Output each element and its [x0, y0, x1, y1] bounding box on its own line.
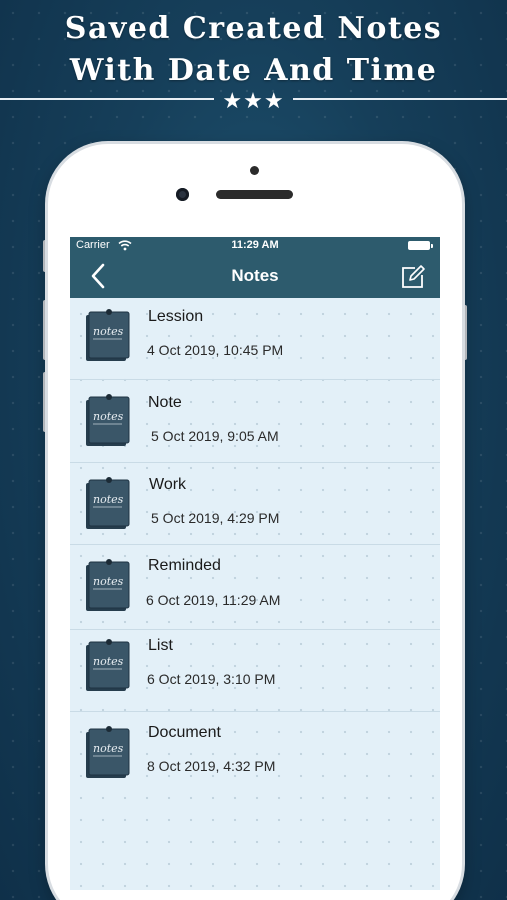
svg-text:notes: notes — [93, 575, 124, 588]
compose-button[interactable] — [400, 264, 426, 290]
notes-pad-icon: notes — [86, 559, 130, 611]
app-screen: Carrier 11:29 AM Notes notes Lession 4 O… — [70, 237, 440, 890]
note-date: 8 Oct 2019, 4:32 PM — [147, 758, 276, 774]
phone-camera — [176, 188, 189, 201]
notes-pad-icon: notes — [86, 726, 130, 778]
svg-text:notes: notes — [93, 493, 124, 506]
stars-decoration: ★★★ — [222, 89, 285, 114]
status-bar: Carrier 11:29 AM — [70, 237, 440, 254]
list-item[interactable]: notes Reminded 6 Oct 2019, 11:29 AM — [70, 545, 440, 630]
note-title: List — [148, 637, 173, 654]
note-date: 5 Oct 2019, 9:05 AM — [151, 428, 279, 444]
notes-pad-icon: notes — [86, 639, 130, 691]
notes-list: notes Lession 4 Oct 2019, 10:45 PM notes… — [70, 298, 440, 794]
note-date: 5 Oct 2019, 4:29 PM — [151, 510, 280, 526]
list-item[interactable]: notes List 6 Oct 2019, 3:10 PM — [70, 630, 440, 712]
phone-power-button — [462, 305, 467, 360]
nav-title: Notes — [231, 266, 279, 285]
battery-icon — [408, 241, 433, 250]
divider-left — [0, 98, 214, 100]
status-time: 11:29 AM — [231, 239, 279, 251]
note-title: Note — [148, 394, 182, 411]
promo-line-2: With Date And Time — [69, 53, 438, 88]
list-item[interactable]: notes Document 8 Oct 2019, 4:32 PM — [70, 712, 440, 794]
promo-line-1: Saved Created Notes — [64, 11, 443, 46]
navigation-bar: Notes — [70, 254, 440, 298]
note-date: 6 Oct 2019, 11:29 AM — [146, 592, 281, 608]
notes-pad-icon: notes — [86, 394, 130, 446]
list-item[interactable]: notes Work 5 Oct 2019, 4:29 PM — [70, 463, 440, 545]
note-title: Document — [148, 724, 221, 741]
note-date: 6 Oct 2019, 3:10 PM — [147, 671, 276, 687]
list-item[interactable]: notes Note 5 Oct 2019, 9:05 AM — [70, 380, 440, 463]
notes-pad-icon: notes — [86, 477, 130, 529]
divider-right — [293, 98, 507, 100]
svg-text:notes: notes — [93, 325, 124, 338]
svg-text:notes: notes — [93, 742, 124, 755]
list-item[interactable]: notes Lession 4 Oct 2019, 10:45 PM — [70, 298, 440, 380]
promo-headline: Saved Created Notes With Date And Time — [0, 8, 507, 92]
note-title: Lession — [148, 308, 204, 325]
phone-sensor — [250, 166, 259, 175]
svg-text:notes: notes — [93, 655, 124, 668]
note-title: Work — [149, 476, 187, 493]
phone-speaker — [216, 190, 293, 199]
compose-icon — [402, 265, 425, 288]
note-date: 4 Oct 2019, 10:45 PM — [147, 342, 284, 358]
note-title: Reminded — [148, 557, 221, 574]
svg-text:notes: notes — [93, 410, 124, 423]
notes-pad-icon: notes — [86, 309, 130, 361]
